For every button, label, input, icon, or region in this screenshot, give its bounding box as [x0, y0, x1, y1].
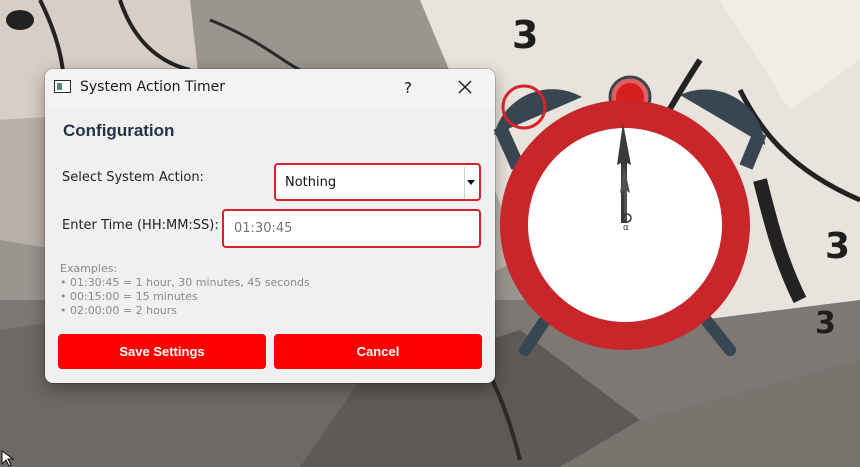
example-item: • 00:15:00 = 15 minutes: [60, 290, 198, 303]
wallpaper-digit: 3: [512, 13, 538, 57]
examples-text: Examples: • 01:30:45 = 1 hour, 30 minute…: [60, 262, 310, 318]
svg-text:α: α: [623, 223, 629, 233]
section-title: Configuration: [63, 121, 175, 140]
wallpaper-digit: 3: [825, 226, 850, 267]
save-settings-button[interactable]: Save Settings: [58, 334, 266, 369]
wallpaper-digit: 3: [815, 306, 836, 341]
action-label: Select System Action:: [62, 170, 204, 185]
system-action-timer-dialog: System Action Timer ? Configuration Sele…: [45, 69, 495, 383]
close-button[interactable]: [448, 73, 482, 103]
examples-heading: Examples:: [60, 262, 118, 275]
window-title: System Action Timer: [80, 79, 225, 95]
cancel-button[interactable]: Cancel: [274, 334, 482, 369]
dropdown-arrow-icon: [467, 180, 475, 185]
help-button[interactable]: ?: [393, 75, 423, 101]
system-action-select[interactable]: Nothing: [274, 163, 481, 201]
right-bell-stem: [739, 130, 767, 170]
mouse-cursor-icon: [1, 450, 15, 467]
time-label: Enter Time (HH:MM:SS):: [62, 218, 219, 233]
left-bell-stem: [493, 124, 525, 170]
example-item: • 02:00:00 = 2 hours: [60, 304, 178, 317]
time-input[interactable]: [222, 209, 481, 248]
app-window-icon: [54, 80, 71, 93]
close-icon: [458, 80, 472, 94]
alarm-clock-icon[interactable]: α: [490, 75, 780, 365]
example-item: • 01:30:45 = 1 hour, 30 minutes, 45 seco…: [60, 276, 310, 289]
select-value: Nothing: [285, 175, 337, 190]
title-bar[interactable]: System Action Timer ?: [45, 69, 495, 107]
